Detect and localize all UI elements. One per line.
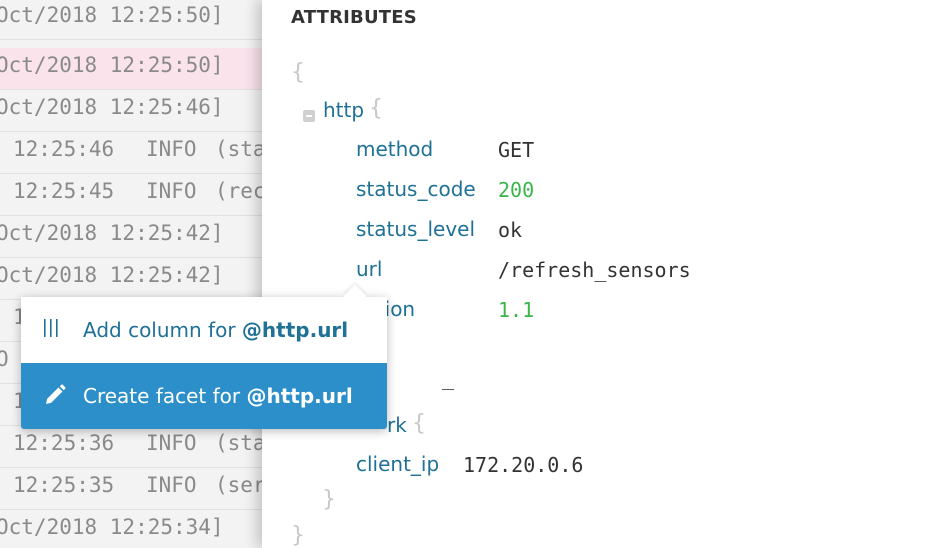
attr-value-version[interactable]: 1.1	[498, 298, 534, 322]
attr-value-method[interactable]: GET	[498, 138, 534, 162]
log-level: INFO	[146, 473, 197, 497]
log-message: (sta	[215, 137, 262, 161]
pencil-icon	[43, 383, 67, 412]
add-column-menu-item[interactable]: Add column for @http.url	[21, 297, 387, 363]
log-message: (rec	[215, 179, 262, 203]
log-timestamp: Oct/2018 12:25:42]	[0, 263, 224, 287]
attribute-context-menu: Add column for @http.url Create facet fo…	[21, 297, 387, 429]
log-row[interactable]: 12:25:45 INFO (rec	[0, 174, 262, 216]
log-timestamp: 12:25:36	[13, 431, 115, 455]
log-timestamp: Oct/2018 12:25:50]	[0, 53, 224, 77]
create-facet-menu-item[interactable]: Create facet for @http.url	[21, 363, 387, 429]
log-row[interactable]: Oct/2018 12:25:46]	[0, 90, 262, 132]
log-timestamp: 12:25:46	[13, 137, 115, 161]
log-timestamp: O	[0, 347, 9, 371]
log-timestamp: Oct/2018 12:25:34]	[0, 515, 224, 539]
columns-icon	[43, 317, 59, 344]
log-list: Oct/2018 12:25:50] Oct/2018 12:25:50] Oc…	[0, 0, 262, 548]
attr-key-network[interactable]: rk	[387, 413, 407, 437]
attr-key-http[interactable]: http	[323, 98, 364, 122]
attr-value-url[interactable]: /refresh_sensors	[498, 258, 691, 282]
log-message: (ser	[215, 473, 262, 497]
log-row[interactable]: Oct/2018 12:25:42]	[0, 258, 262, 300]
attr-value-status-code[interactable]: 200	[498, 178, 534, 202]
log-timestamp: Oct/2018 12:25:50]	[0, 3, 224, 27]
log-timestamp: 12:25:35	[13, 473, 115, 497]
attributes-panel: ATTRIBUTES { http { method GET status_co…	[262, 0, 946, 548]
log-level: INFO	[146, 179, 197, 203]
log-timestamp: Oct/2018 12:25:42]	[0, 221, 224, 245]
http-open-brace: {	[369, 96, 383, 121]
network-close-brace: }	[322, 487, 336, 512]
log-level: INFO	[146, 137, 197, 161]
log-timestamp: 12:25:45	[13, 179, 115, 203]
create-facet-label: Create facet for @http.url	[83, 384, 353, 408]
log-row[interactable]: Oct/2018 12:25:42]	[0, 216, 262, 258]
partial-text: _	[442, 366, 455, 390]
attr-key-client-ip[interactable]: client_ip	[356, 452, 439, 476]
attr-key-status-level[interactable]: status_level	[356, 217, 475, 241]
log-level: INFO	[146, 431, 197, 455]
attributes-title: ATTRIBUTES	[291, 7, 417, 28]
log-row[interactable]: 12:25:35 INFO (ser	[0, 468, 262, 510]
log-row[interactable]: Oct/2018 12:25:34]	[0, 510, 262, 548]
collapse-http-icon[interactable]	[303, 110, 315, 122]
log-row[interactable]: Oct/2018 12:25:50]	[0, 0, 262, 40]
log-row[interactable]: 12:25:36 INFO (sta	[0, 426, 262, 468]
attr-key-url[interactable]: url	[356, 257, 382, 281]
attr-key-status-code[interactable]: status_code	[356, 177, 476, 201]
log-row[interactable]: 12:25:46 INFO (sta	[0, 132, 262, 174]
log-row[interactable]: Oct/2018 12:25:50]	[0, 48, 262, 90]
attr-key-method[interactable]: method	[356, 137, 433, 161]
json-close-brace: }	[291, 523, 305, 548]
add-column-label: Add column for @http.url	[83, 318, 349, 342]
json-open-brace: {	[291, 60, 305, 85]
attr-value-status-level[interactable]: ok	[498, 218, 522, 242]
log-timestamp: Oct/2018 12:25:46]	[0, 95, 224, 119]
attr-value-client-ip[interactable]: 172.20.0.6	[463, 453, 583, 477]
network-open-brace: {	[412, 411, 426, 436]
log-message: (sta	[215, 431, 262, 455]
